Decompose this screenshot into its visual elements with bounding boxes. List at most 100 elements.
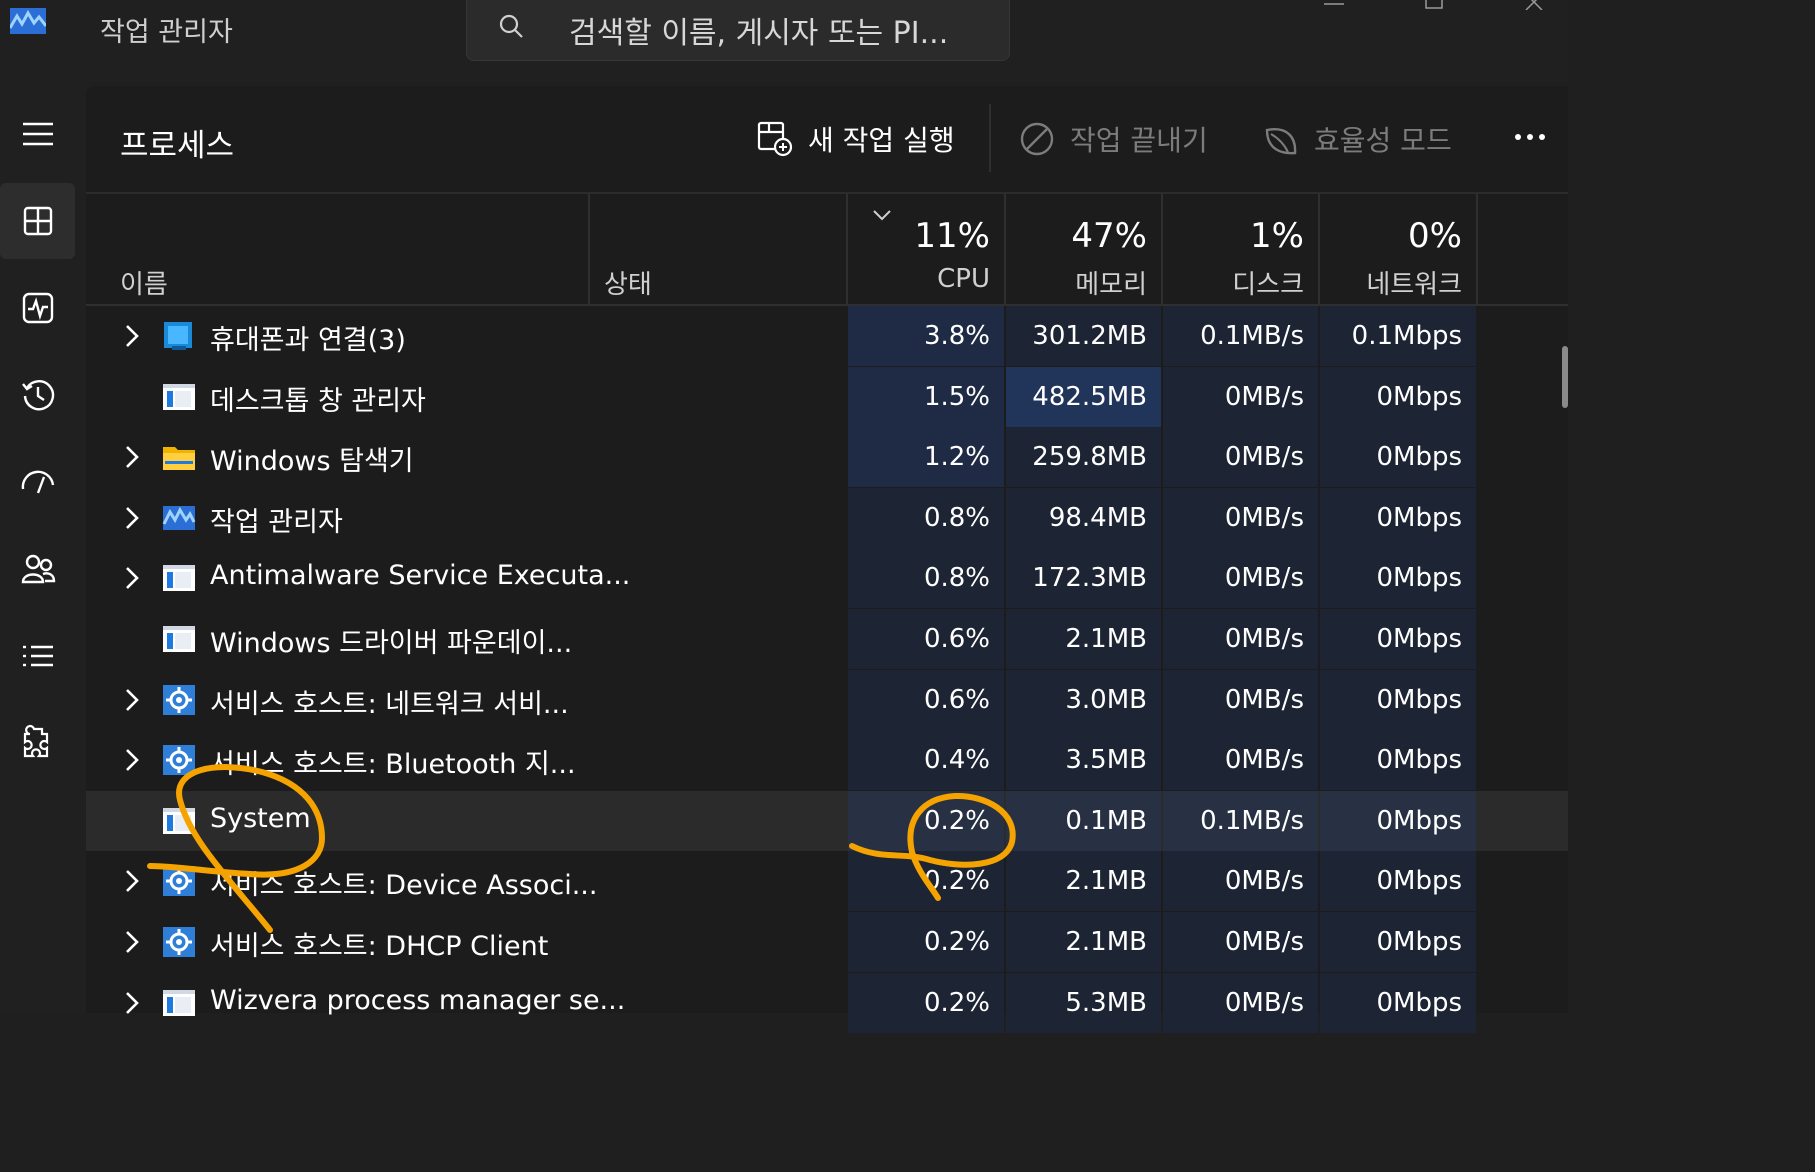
scrollbar-thumb[interactable] bbox=[1562, 346, 1568, 408]
column-disk[interactable]: 1% 디스크 bbox=[1163, 194, 1304, 304]
maximize-icon[interactable] bbox=[1420, 0, 1450, 10]
network-value: 0Mbps bbox=[1320, 730, 1476, 791]
process-row[interactable]: 서비스 호스트: DHCP Client 0.2% 2.1MB 0MB/s 0Mbps bbox=[86, 912, 1568, 972]
column-cpu[interactable]: 11% CPU bbox=[848, 194, 990, 304]
disk-value: 0MB/s bbox=[1163, 366, 1318, 427]
process-name: Antimalware Service Executa... bbox=[210, 560, 631, 592]
memory-value: 5.3MB bbox=[1006, 972, 1161, 1033]
app-window-icon bbox=[162, 623, 196, 655]
run-new-task-button[interactable]: 새 작업 실행 bbox=[756, 116, 955, 162]
minimize-icon[interactable] bbox=[1320, 0, 1350, 10]
performance-icon bbox=[22, 292, 53, 324]
efficiency-mode-label: 효율성 모드 bbox=[1314, 124, 1452, 157]
gear-service-icon bbox=[162, 684, 196, 716]
column-memory[interactable]: 47% 메모리 bbox=[1006, 194, 1147, 304]
chevron-right-icon[interactable] bbox=[122, 868, 142, 894]
nav-performance[interactable] bbox=[0, 270, 75, 346]
network-value: 0Mbps bbox=[1320, 669, 1476, 730]
app-window-icon bbox=[162, 987, 196, 1019]
chevron-right-icon[interactable] bbox=[122, 444, 142, 470]
process-row[interactable]: 작업 관리자 0.8% 98.4MB 0MB/s 0Mbps bbox=[86, 487, 1568, 548]
chevron-right-icon[interactable] bbox=[122, 747, 142, 773]
process-row[interactable]: Windows 드라이버 파운데이... 0.6% 2.1MB 0MB/s 0Mbps bbox=[86, 609, 1568, 669]
disk-value: 0MB/s bbox=[1163, 730, 1318, 791]
process-row[interactable]: 데스크톱 창 관리자 1.5% 482.5MB 0MB/s 0Mbps bbox=[86, 366, 1568, 427]
gear-service-icon bbox=[162, 744, 196, 776]
nav-app-history[interactable] bbox=[0, 357, 75, 433]
column-name[interactable]: 이름 bbox=[120, 264, 168, 301]
chevron-right-icon[interactable] bbox=[122, 687, 142, 713]
cpu-value: 1.5% bbox=[848, 366, 1004, 427]
disk-value: 0.1MB/s bbox=[1163, 790, 1318, 851]
nav-processes[interactable] bbox=[0, 183, 75, 259]
end-task-button[interactable]: 작업 끝내기 bbox=[1018, 116, 1208, 162]
run-new-task-label: 새 작업 실행 bbox=[808, 124, 955, 157]
memory-value: 98.4MB bbox=[1006, 487, 1161, 548]
startup-apps-icon bbox=[21, 470, 54, 494]
process-row[interactable]: Windows 탐색기 1.2% 259.8MB 0MB/s 0Mbps bbox=[86, 427, 1568, 488]
processes-page: 프로세스 새 작업 실행 작업 끝내기 효율성 모드 이름 상태 11% CPU bbox=[86, 86, 1568, 1033]
nav-startup-apps[interactable] bbox=[0, 444, 75, 520]
network-value: 0Mbps bbox=[1320, 790, 1476, 851]
network-value: 0Mbps bbox=[1320, 912, 1476, 972]
column-network[interactable]: 0% 네트워크 bbox=[1320, 194, 1462, 304]
process-row[interactable]: Antimalware Service Executa... 0.8% 172.3M… bbox=[86, 548, 1568, 609]
memory-value: 3.5MB bbox=[1006, 730, 1161, 791]
process-row[interactable]: 서비스 호스트: 네트워크 서비... 0.6% 3.0MB 0MB/s 0Mbps bbox=[86, 669, 1568, 730]
chevron-right-icon[interactable] bbox=[122, 990, 142, 1016]
network-value: 0Mbps bbox=[1320, 851, 1476, 912]
memory-value: 3.0MB bbox=[1006, 669, 1161, 730]
more-options-icon[interactable] bbox=[1506, 114, 1554, 160]
memory-value: 2.1MB bbox=[1006, 912, 1161, 972]
network-label: 네트워크 bbox=[1366, 270, 1462, 300]
efficiency-mode-button[interactable]: 효율성 모드 bbox=[1262, 116, 1452, 162]
chevron-right-icon[interactable] bbox=[122, 323, 142, 349]
disk-total: 1% bbox=[1250, 216, 1304, 256]
memory-label: 메모리 bbox=[1075, 270, 1147, 300]
column-separator bbox=[1476, 194, 1478, 304]
process-name: Wizvera process manager se... bbox=[210, 984, 626, 1016]
memory-total: 47% bbox=[1071, 216, 1147, 256]
app-history-icon bbox=[21, 380, 54, 411]
nav-users[interactable] bbox=[0, 531, 75, 607]
toolbar-divider bbox=[989, 104, 991, 172]
hamburger-menu-icon bbox=[22, 122, 53, 146]
hamburger-menu-button[interactable] bbox=[0, 96, 75, 172]
nav-services[interactable] bbox=[0, 705, 75, 781]
chevron-right-icon[interactable] bbox=[122, 929, 142, 955]
process-row[interactable]: 서비스 호스트: Device Associ... 0.2% 2.1MB 0MB/s 0… bbox=[86, 851, 1568, 912]
folder-icon bbox=[162, 441, 196, 473]
process-name: 서비스 호스트: Device Associ... bbox=[210, 870, 598, 902]
leaf-icon bbox=[1265, 128, 1297, 155]
column-separator bbox=[588, 194, 590, 304]
search-input[interactable]: 검색할 이름, 게시자 또는 PI... bbox=[569, 8, 948, 52]
process-row[interactable]: Wizvera process manager se... 0.2% 5.3MB 0M… bbox=[86, 972, 1568, 1033]
search-box[interactable]: 검색할 이름, 게시자 또는 PI... bbox=[466, 0, 1010, 61]
memory-value: 259.8MB bbox=[1006, 427, 1161, 488]
chevron-right-icon[interactable] bbox=[122, 565, 142, 591]
cpu-value: 0.8% bbox=[848, 487, 1004, 548]
process-row[interactable]: 서비스 호스트: Bluetooth 지... 0.4% 3.5MB 0MB/s 0Mb… bbox=[86, 730, 1568, 791]
process-name: System bbox=[210, 802, 311, 834]
column-status[interactable]: 상태 bbox=[604, 264, 652, 301]
cpu-value: 0.4% bbox=[848, 730, 1004, 791]
network-value: 0Mbps bbox=[1320, 548, 1476, 609]
disk-value: 0MB/s bbox=[1163, 487, 1318, 548]
cpu-value: 0.2% bbox=[848, 972, 1004, 1033]
process-name: 작업 관리자 bbox=[210, 506, 343, 538]
chevron-right-icon[interactable] bbox=[122, 505, 142, 531]
column-header: 이름 상태 11% CPU 47% 메모리 1% 디스크 0% 네트워크 bbox=[86, 194, 1568, 306]
run-task-icon bbox=[757, 121, 793, 157]
process-row[interactable]: 휴대폰과 연결(3) 3.8% 301.2MB 0.1MB/s 0.1Mbps bbox=[86, 306, 1568, 366]
task-manager-icon bbox=[162, 502, 196, 534]
close-icon[interactable] bbox=[1520, 0, 1550, 10]
process-row[interactable]: System 0.2% 0.1MB 0.1MB/s 0Mbps bbox=[86, 790, 1568, 851]
cpu-value: 0.6% bbox=[848, 669, 1004, 730]
memory-value: 2.1MB bbox=[1006, 851, 1161, 912]
process-name: 서비스 호스트: 네트워크 서비... bbox=[210, 688, 569, 720]
cpu-value: 1.2% bbox=[848, 427, 1004, 488]
disk-value: 0MB/s bbox=[1163, 548, 1318, 609]
app-window-icon bbox=[162, 805, 196, 837]
nav-details[interactable] bbox=[0, 618, 75, 694]
cpu-label: CPU bbox=[937, 264, 990, 294]
